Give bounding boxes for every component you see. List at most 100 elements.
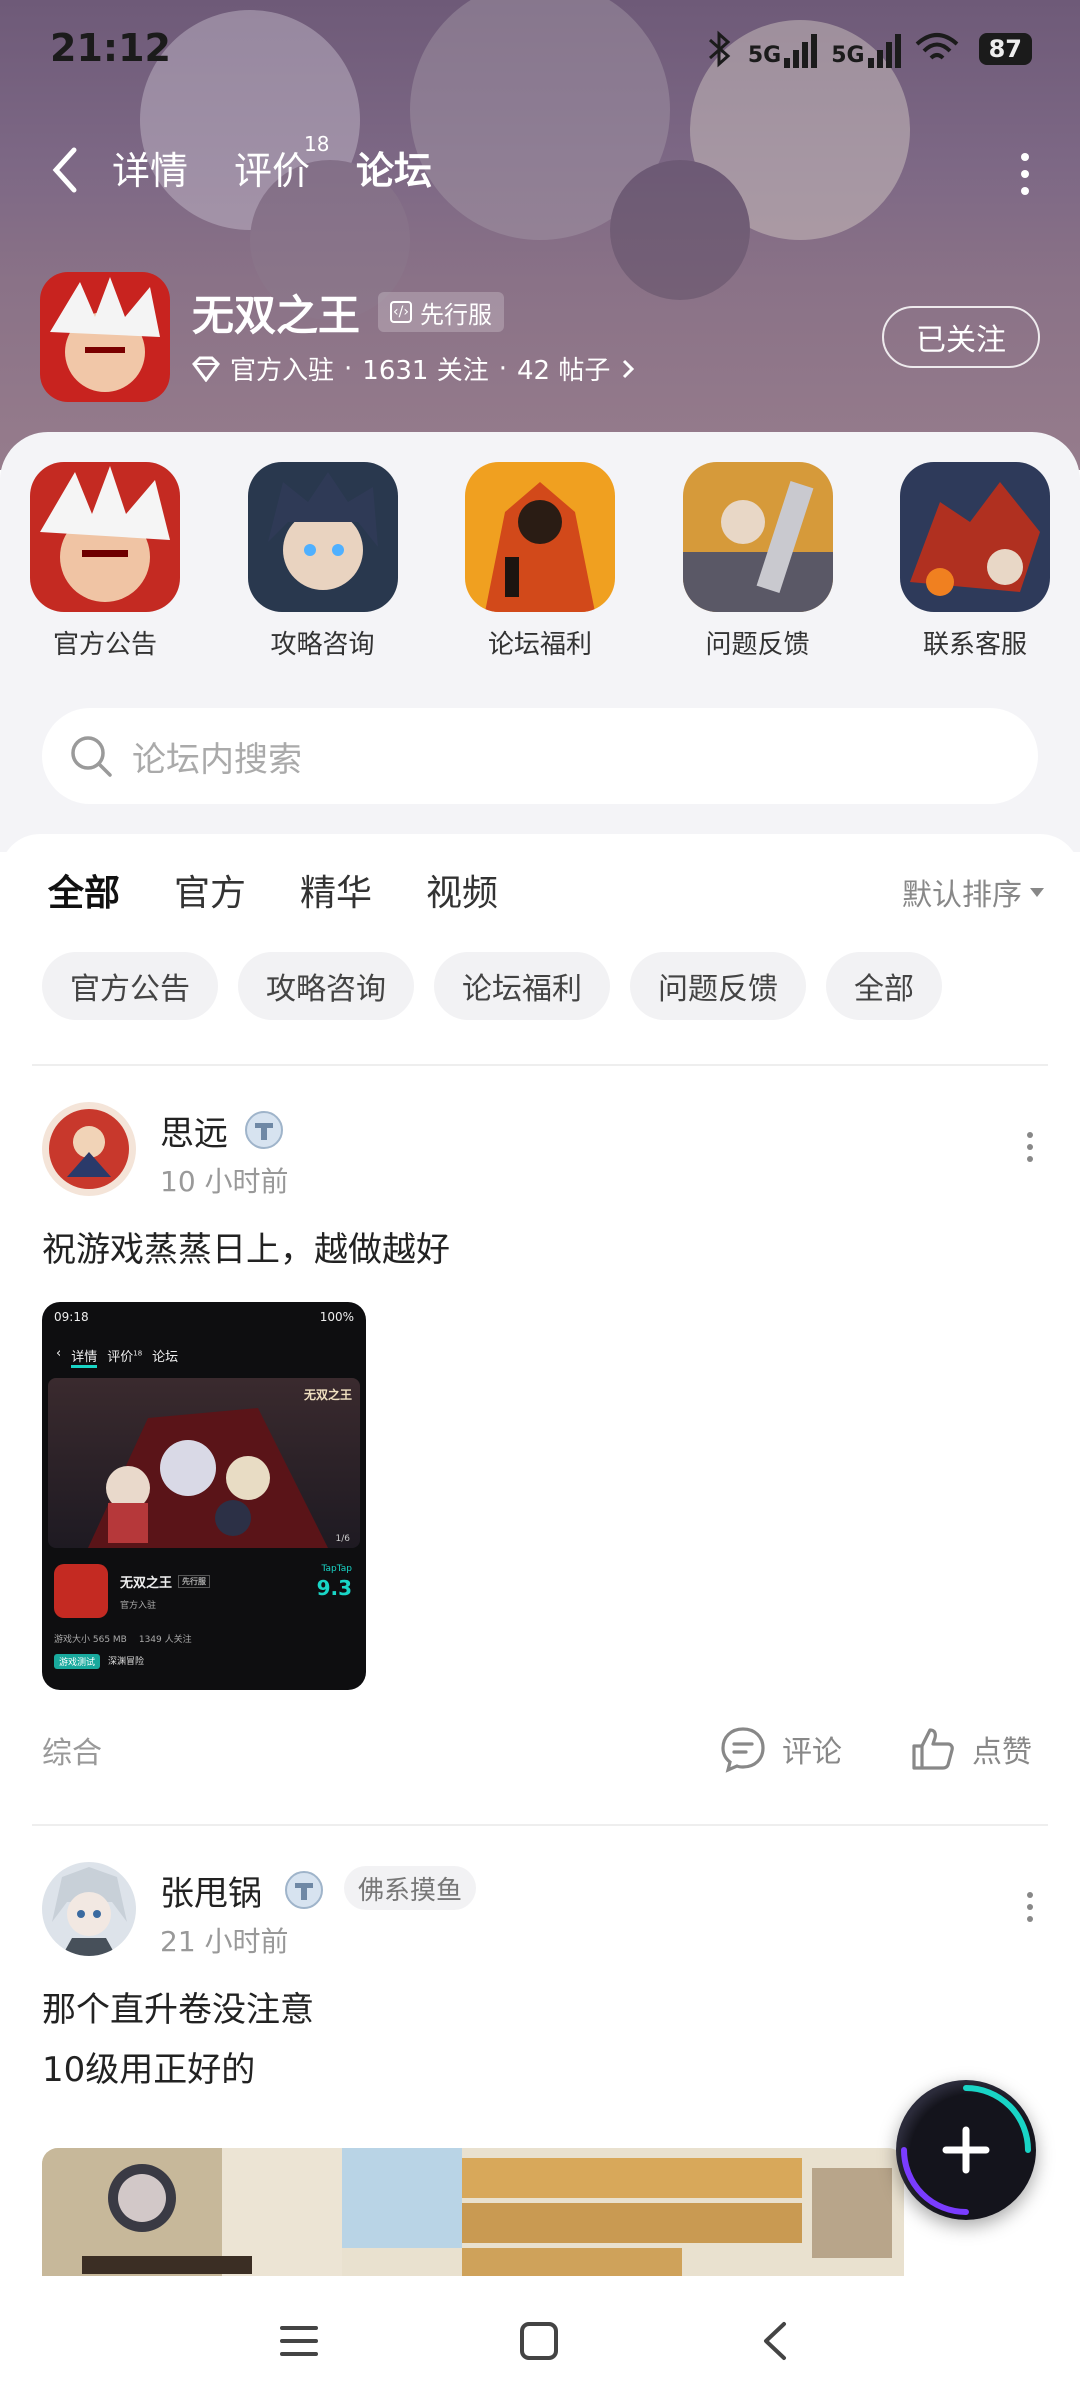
forum-sections-panel: 官方公告 攻略咨询 论坛福利 问题反馈 联系客服 论坛内搜索 [0,432,1080,852]
chip-guides[interactable]: 攻略咨询 [238,952,414,1020]
tab-forum-label: 论坛 [356,149,433,193]
author-name[interactable]: 思远 [160,1106,228,1155]
wifi-icon [915,33,958,60]
system-navigation-bar [0,2276,1080,2401]
category-image [465,462,615,612]
image-game-size: 游戏大小 565 MB [54,1635,127,1645]
image-official: 官方入驻 [120,1601,157,1611]
divider [32,1064,1048,1066]
tab-forum[interactable]: 论坛 [356,140,433,201]
image-game-stats: 游戏大小 565 MB 1349 人关注 [54,1632,192,1645]
status-bar: 21:12 5G 5G 87 [0,0,1080,105]
category-image [682,462,833,612]
category-image [30,462,180,612]
chip-feedback[interactable]: 问题反馈 [630,952,806,1020]
post-more-icon[interactable] [1020,1892,1040,1932]
category-support[interactable]: 联系客服 [900,462,1050,661]
image-tab: 评价18 [107,1346,142,1368]
post-card[interactable]: 思远 10 小时前 祝游戏蒸蒸日上，越做越好 09:18 100% ‹ 详情 评… [0,1102,1080,1773]
feed-tab-featured[interactable]: 精华 [300,864,372,916]
avatar[interactable] [42,1862,136,1956]
status-time: 21:12 [50,26,171,70]
category-image [247,462,398,612]
category-image [900,462,1050,612]
category-shortcuts: 官方公告 攻略咨询 论坛福利 问题反馈 联系客服 [30,462,1050,661]
post-footer: 综合 评论 点赞 [42,1718,1038,1778]
post-image-screenshot[interactable]: 09:18 100% ‹ 详情 评价18 论坛 无双之王 1/6 无双之王 先行… [42,1302,366,1690]
user-title-tag: 佛系摸鱼 [344,1866,477,1910]
game-icon-art [40,272,170,402]
category-label: 官方公告 [52,630,157,660]
comment-button[interactable]: 评论 [718,1724,842,1774]
category-feedback[interactable]: 问题反馈 [682,462,833,661]
like-button[interactable]: 点赞 [908,1724,1032,1774]
image-rating: 9.3 [316,1576,352,1600]
official-label: 官方入驻 [230,356,335,386]
code-icon: ‹/› [390,301,412,323]
avatar[interactable] [42,1102,136,1196]
status-icons: 5G 5G 87 [706,30,1032,68]
game-meta[interactable]: 官方入驻 · 1631 关注 · 42 帖子 [192,350,636,387]
image-rating-brand: TapTap [321,1564,352,1574]
category-label: 联系客服 [922,630,1027,660]
category-label: 攻略咨询 [270,630,375,660]
image-game-badge: 先行服 [178,1575,211,1588]
chip-benefits[interactable]: 论坛福利 [434,952,610,1020]
followers-count: 1631 关注 [362,356,489,386]
thumbs-up-icon [912,1728,954,1770]
network-type-1: 5G [747,43,782,68]
image-status-time: 09:18 [54,1310,89,1324]
game-icon[interactable] [40,272,170,402]
menu-icon[interactable] [274,2316,324,2366]
category-announcements[interactable]: 官方公告 [30,462,180,661]
image-tabs: ‹ 详情 评价18 论坛 [56,1346,178,1368]
search-placeholder: 论坛内搜索 [132,739,302,780]
chevron-right-icon [623,359,635,378]
home-icon[interactable] [514,2316,564,2366]
feed-tab-official[interactable]: 官方 [174,864,246,916]
tab-details[interactable]: 详情 [112,140,188,195]
category-filter-chips: 官方公告 攻略咨询 论坛福利 问题反馈 全部 [42,952,942,1020]
forum-search-bar[interactable]: 论坛内搜索 [42,708,1038,804]
signal-2-icon: 5G [831,30,901,68]
author-name[interactable]: 张甩锅 [160,1866,262,1915]
chip-all[interactable]: 全部 [826,952,942,1020]
image-tab: 详情 [71,1346,98,1368]
post-text: 那个直升卷没注意 10级用正好的 [42,1990,314,2090]
game-title: 无双之王 [192,291,361,340]
game-header: 21:12 5G 5G 87 详情 评价 18 论坛 无双之王 ‹/› 先行服 … [0,0,1080,470]
image-tags: 游戏测试 深渊冒险 [54,1654,144,1669]
feed-tab-label: 全部 [48,873,121,914]
image-game-icon [54,1564,108,1618]
user-level-badge-icon [245,1111,283,1149]
tab-reviews[interactable]: 评价 [234,140,310,195]
create-post-button[interactable] [896,2080,1036,2220]
search-icon [71,736,112,777]
post-time: 21 小时前 [160,1925,289,1958]
back-arrow-icon[interactable] [40,140,90,200]
beta-server-label: 先行服 [420,300,492,329]
image-game-followers: 1349 人关注 [138,1635,192,1645]
divider [32,1824,1048,1826]
follow-button[interactable]: 已关注 [882,306,1040,368]
category-benefits[interactable]: 论坛福利 [465,462,615,661]
feed-tab-video[interactable]: 视频 [426,864,498,916]
image-game-title: 无双之王 [120,1576,173,1591]
image-game-title-row: 无双之王 先行服 [120,1572,211,1591]
post-more-icon[interactable] [1020,1132,1040,1172]
back-icon[interactable] [752,2316,802,2366]
image-tab-label: 评价 [107,1350,134,1365]
image-status-battery: 100% [319,1310,354,1324]
category-label: 论坛福利 [487,630,592,660]
signal-1-icon: 5G [747,30,818,68]
feed-tab-all[interactable]: 全部 [48,864,121,918]
category-guides[interactable]: 攻略咨询 [247,462,398,661]
chip-announcements[interactable]: 官方公告 [42,952,218,1020]
sort-dropdown[interactable]: 默认排序 [902,870,1044,914]
image-tag: 游戏测试 [54,1654,101,1669]
image-banner: 无双之王 1/6 [48,1378,360,1548]
post-text: 祝游戏蒸蒸日上，越做越好 [42,1230,450,1270]
comment-icon [721,1727,765,1773]
category-label: 问题反馈 [705,630,810,660]
more-options-icon[interactable] [1010,144,1040,204]
